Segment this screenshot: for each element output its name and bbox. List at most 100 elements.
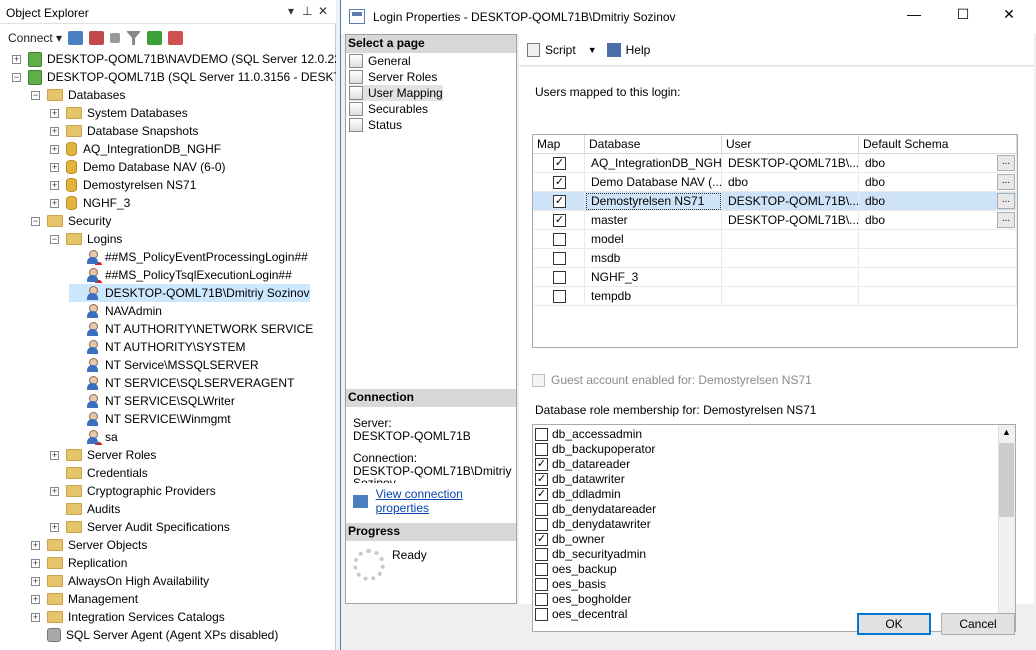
tree-node[interactable]: NT SERVICE\Winmgmt [69,410,231,428]
table-row[interactable]: tempdb [533,287,1017,306]
tree-node[interactable]: NT SERVICE\SQLSERVERAGENT [69,374,294,392]
tree-node[interactable]: NT AUTHORITY\SYSTEM [69,338,245,356]
connect-object-icon[interactable] [68,31,84,45]
role-item[interactable]: ✓ db_ddladmin [535,487,621,502]
page-item-user-mapping[interactable]: User Mapping [349,85,443,101]
expand-icon[interactable]: + [50,108,59,118]
cancel-button[interactable]: Cancel [941,613,1015,635]
role-item[interactable]: oes_basis [535,577,606,592]
table-row[interactable]: ✓ AQ_IntegrationDB_NGHF DESKTOP-QOML71B\..… [533,154,1017,173]
map-checkbox[interactable] [553,290,566,303]
tree-node[interactable]: + Integration Services Catalogs [31,608,225,626]
role-item[interactable]: ✓ db_owner [535,532,605,547]
database-cell[interactable]: master [585,211,722,230]
browse-schema-button[interactable]: ... [997,212,1015,228]
database-cell[interactable]: tempdb [585,287,722,306]
tree-node[interactable]: + System Databases [50,104,188,122]
tree-node[interactable]: + Server Roles [50,446,156,464]
table-row[interactable]: NGHF_3 [533,268,1017,287]
tree-node[interactable]: DESKTOP-QOML71B\Dmitriy Sozinov [69,284,310,302]
page-item-securables[interactable]: Securables [349,101,428,117]
expand-icon[interactable]: + [50,522,59,532]
schema-cell[interactable]: dbo [859,211,1017,230]
user-cell[interactable] [722,268,859,287]
tree-node[interactable]: + Replication [31,554,127,572]
table-row[interactable]: ✓ Demo Database NAV (... dbo dbo... [533,173,1017,192]
tree-node[interactable]: + Management [31,590,138,608]
role-checkbox[interactable]: ✓ [535,533,548,546]
scrollbar-thumb[interactable] [999,443,1014,517]
connect-button[interactable]: Connect ▾ [8,31,62,45]
role-checkbox[interactable]: ✓ [535,458,548,471]
view-connection-properties[interactable]: View connection properties [353,487,516,515]
user-cell[interactable] [722,249,859,268]
help-button[interactable]: Help [606,42,650,57]
chevron-down-icon[interactable]: ▼ [588,45,597,55]
tree-node[interactable]: + Server Audit Specifications [50,518,230,536]
tree-node[interactable]: − DESKTOP-QOML71B (SQL Server 11.0.3156 -… [12,68,358,86]
table-row[interactable]: ✓ Demostyrelsen NS71 DESKTOP-QOML71B\... db… [533,192,1017,211]
guest-account-checkbox[interactable] [532,374,545,387]
role-item[interactable]: oes_decentral [535,607,627,622]
role-item[interactable]: db_denydatareader [535,502,656,517]
expand-icon[interactable]: + [31,594,40,604]
tree-node[interactable]: ##MS_PolicyTsqlExecutionLogin## [69,266,292,284]
pin-icon[interactable]: ⊥ [302,4,312,18]
schema-cell[interactable] [859,268,1017,287]
user-cell[interactable]: DESKTOP-QOML71B\... [722,192,859,211]
schema-cell[interactable]: dbo [859,154,1017,173]
database-cell[interactable]: msdb [585,249,722,268]
user-cell[interactable]: dbo [722,173,859,192]
role-checkbox[interactable] [535,608,548,621]
tree-node[interactable]: + AlwaysOn High Availability [31,572,209,590]
map-checkbox[interactable] [553,233,566,246]
close-icon[interactable]: ✕ [318,4,328,18]
role-checkbox[interactable] [535,548,548,561]
user-cell[interactable] [722,287,859,306]
tree-node[interactable]: − Security [31,212,111,230]
grid-header-user[interactable]: User [722,135,859,154]
map-checkbox[interactable]: ✓ [553,195,566,208]
role-checkbox[interactable]: ✓ [535,488,548,501]
tree-node[interactable]: NT Service\MSSQLSERVER [69,356,259,374]
browse-schema-button[interactable]: ... [997,155,1015,171]
tree-node[interactable]: + Demo Database NAV (6-0) [50,158,226,176]
grid-header-default-schema[interactable]: Default Schema [859,135,1017,154]
schema-cell[interactable]: dbo [859,173,1017,192]
collapse-icon[interactable]: − [50,234,59,244]
role-item[interactable]: db_denydatawriter [535,517,651,532]
view-connection-properties-link[interactable]: View connection properties [376,487,516,515]
minimize-icon[interactable]: — [899,6,929,26]
expand-icon[interactable]: + [50,144,59,154]
role-checkbox[interactable] [535,443,548,456]
grid-header-database[interactable]: Database [585,135,722,154]
schema-cell[interactable]: dbo [859,192,1017,211]
tree-node[interactable]: − Databases [31,86,125,104]
tree-node[interactable]: ##MS_PolicyEventProcessingLogin## [69,248,308,266]
role-item[interactable]: ✓ db_datawriter [535,472,625,487]
map-checkbox[interactable] [553,271,566,284]
expand-icon[interactable]: + [31,540,40,550]
tree-node[interactable]: + Database Snapshots [50,122,198,140]
database-cell[interactable]: NGHF_3 [585,268,722,287]
dropdown-arrow-icon[interactable]: ▾ [288,4,294,18]
role-checkbox[interactable] [535,578,548,591]
expand-icon[interactable]: + [50,486,59,496]
role-checkbox[interactable] [535,563,548,576]
tree-node[interactable]: + Demostyrelsen NS71 [50,176,196,194]
browse-schema-button[interactable]: ... [997,193,1015,209]
script-button[interactable]: Script ▼ [527,42,597,57]
expand-icon[interactable]: + [50,450,59,460]
schema-cell[interactable] [859,249,1017,268]
map-checkbox[interactable]: ✓ [553,214,566,227]
tree-node[interactable]: NT AUTHORITY\NETWORK SERVICE [69,320,313,338]
tree-node[interactable]: Audits [50,500,120,518]
collapse-icon[interactable]: − [31,216,40,226]
expand-icon[interactable]: + [12,54,21,64]
disconnect-icon[interactable] [89,31,105,45]
maximize-icon[interactable]: ☐ [948,6,978,26]
page-item-status[interactable]: Status [349,117,402,133]
role-item[interactable]: oes_bogholder [535,592,631,607]
close-window-icon[interactable]: ✕ [994,6,1024,26]
schema-cell[interactable] [859,230,1017,249]
